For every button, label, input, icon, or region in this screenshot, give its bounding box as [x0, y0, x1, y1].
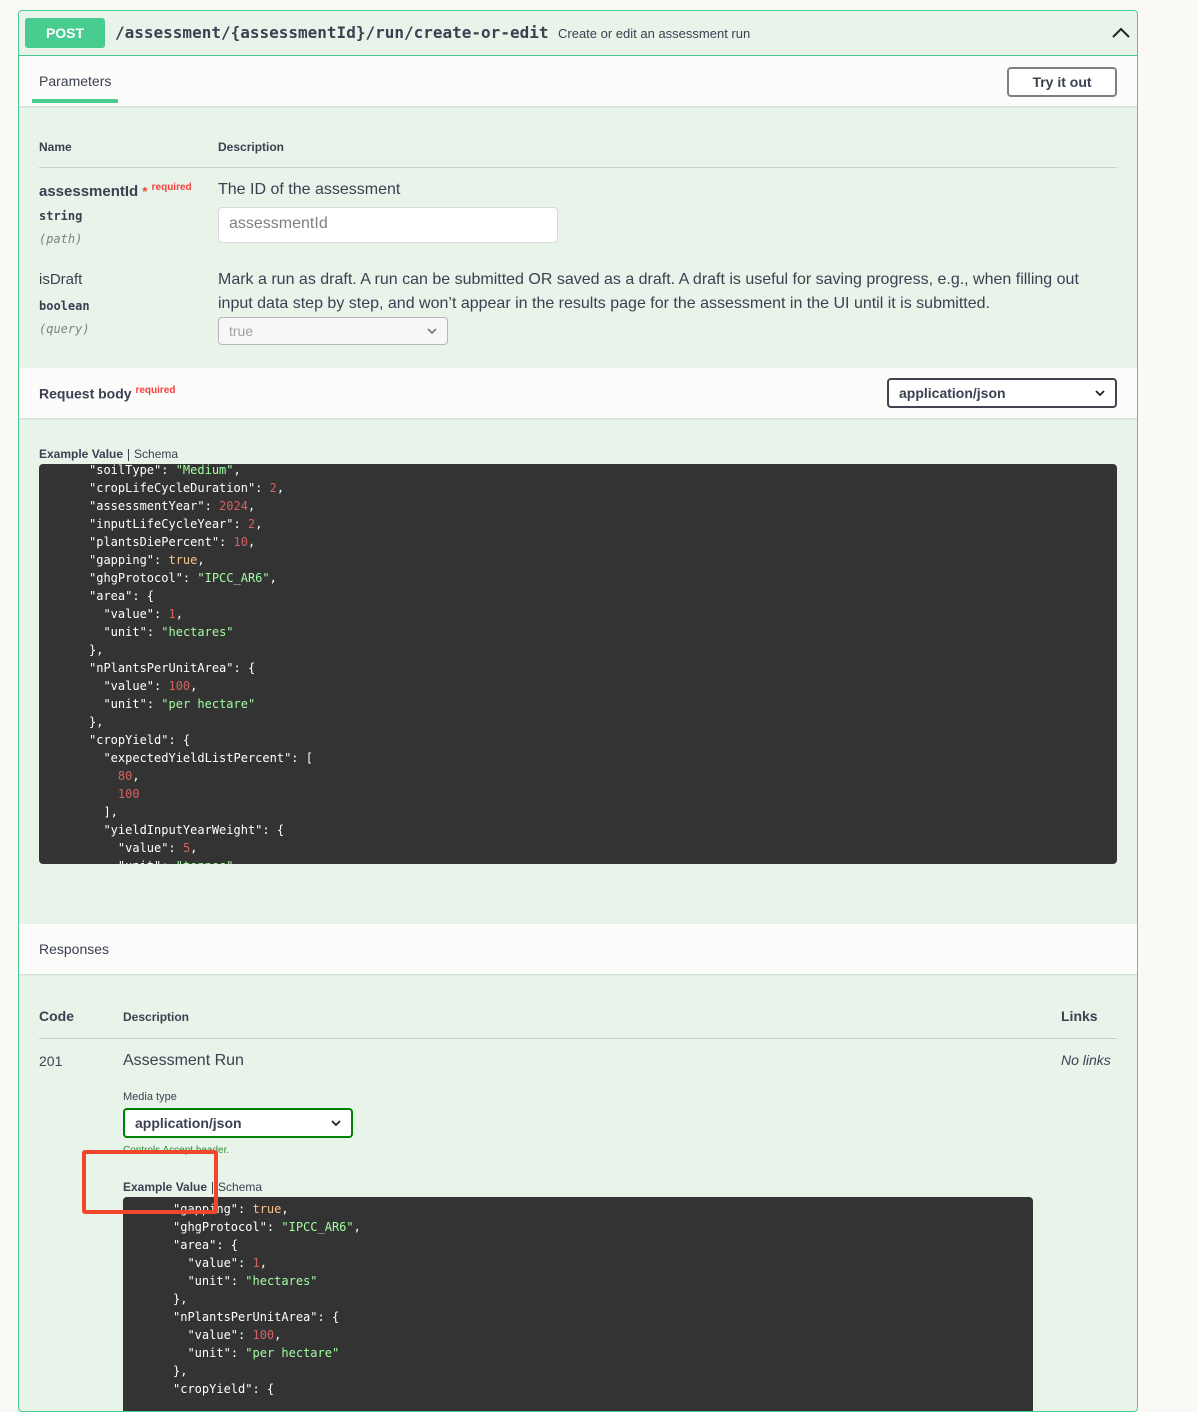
column-header-description: Description [218, 140, 285, 154]
chevron-down-icon [427, 328, 437, 335]
example-tabs: Example Value Schema [39, 447, 178, 461]
param-name-isDraft: isDraft [39, 271, 83, 288]
param-description-line2: input data step by step, and won’t appea… [218, 295, 990, 312]
assessmentId-input[interactable]: assessmentId [218, 207, 558, 243]
chevron-down-icon [1095, 390, 1105, 397]
param-description: The ID of the assessment [218, 181, 401, 198]
operation-summary[interactable]: POST /assessment/{assessmentId}/run/crea… [19, 11, 1137, 56]
tab-active-indicator [32, 99, 118, 103]
endpoint-path: /assessment/{assessmentId}/run/create-or… [115, 23, 549, 42]
response-media-type-select[interactable]: application/json [123, 1108, 353, 1138]
tab-schema[interactable]: Schema [218, 1180, 262, 1194]
select-value: application/json [899, 385, 1006, 401]
param-type: string [39, 209, 83, 223]
parameters-header: Parameters Try it out [19, 56, 1137, 106]
try-it-out-button[interactable]: Try it out [1007, 67, 1117, 97]
column-header-code: Code [39, 1008, 74, 1024]
response-code: 201 [39, 1053, 63, 1069]
param-name-assessmentId: assessmentId * required [39, 182, 192, 200]
column-header-name: Name [39, 140, 72, 154]
table-divider [39, 1038, 1117, 1039]
chevron-up-icon[interactable] [1111, 25, 1131, 41]
column-header-links: Links [1061, 1008, 1098, 1024]
column-header-description: Description [123, 1010, 190, 1024]
request-content-type-select[interactable]: application/json [887, 378, 1117, 408]
required-star: * [142, 184, 148, 199]
responses-label: Responses [39, 941, 110, 957]
media-type-label: Media type [123, 1091, 177, 1103]
param-description-line1: Mark a run as draft. A run can be submit… [218, 271, 1079, 288]
required-label: required [151, 182, 192, 193]
chevron-down-icon [331, 1120, 341, 1127]
highlight-annotation-box [82, 1150, 218, 1214]
request-body-label: Request body required [39, 385, 175, 402]
param-name-text: assessmentId [39, 183, 139, 200]
param-type: boolean [39, 299, 90, 313]
required-label: required [135, 385, 176, 396]
code-content: "soilType": "Medium", "cropLifeCycleDura… [89, 464, 313, 864]
http-method-badge: POST [25, 18, 105, 48]
table-divider [39, 167, 1117, 168]
response-links: No links [1061, 1052, 1111, 1068]
tab-schema[interactable]: Schema [134, 447, 178, 461]
request-body-header: Request body required application/json [19, 368, 1137, 418]
param-location: (path) [39, 232, 83, 246]
tab-parameters[interactable]: Parameters [39, 73, 111, 89]
tab-example-value[interactable]: Example Value [39, 447, 123, 461]
select-value: true [229, 323, 254, 339]
response-description: Assessment Run [123, 1052, 244, 1069]
request-body-title: Request body [39, 385, 132, 402]
request-example-code[interactable]: "soilType": "Medium", "cropLifeCycleDura… [39, 464, 1117, 864]
code-content: "gapping": true, "ghgProtocol": "IPCC_AR… [173, 1202, 361, 1396]
response-example-code[interactable]: "gapping": true, "ghgProtocol": "IPCC_AR… [123, 1197, 1033, 1411]
isDraft-select[interactable]: true [218, 317, 448, 345]
endpoint-summary: Create or edit an assessment run [558, 26, 751, 41]
param-location: (query) [39, 322, 90, 336]
tab-separator [128, 448, 130, 461]
responses-header: Responses [19, 924, 1137, 974]
select-value: application/json [135, 1115, 242, 1131]
